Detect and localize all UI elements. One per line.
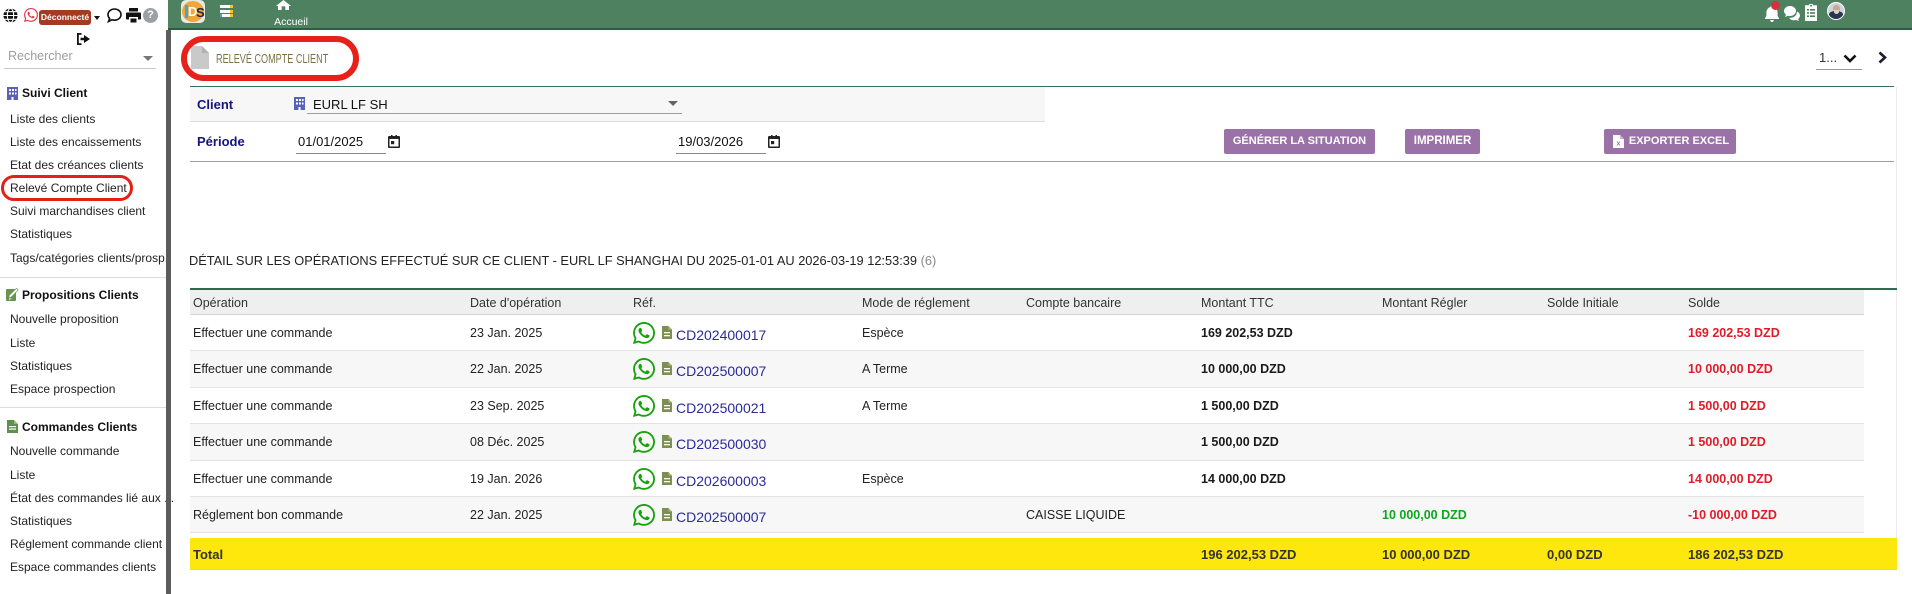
svg-text:x: x — [1617, 141, 1621, 148]
